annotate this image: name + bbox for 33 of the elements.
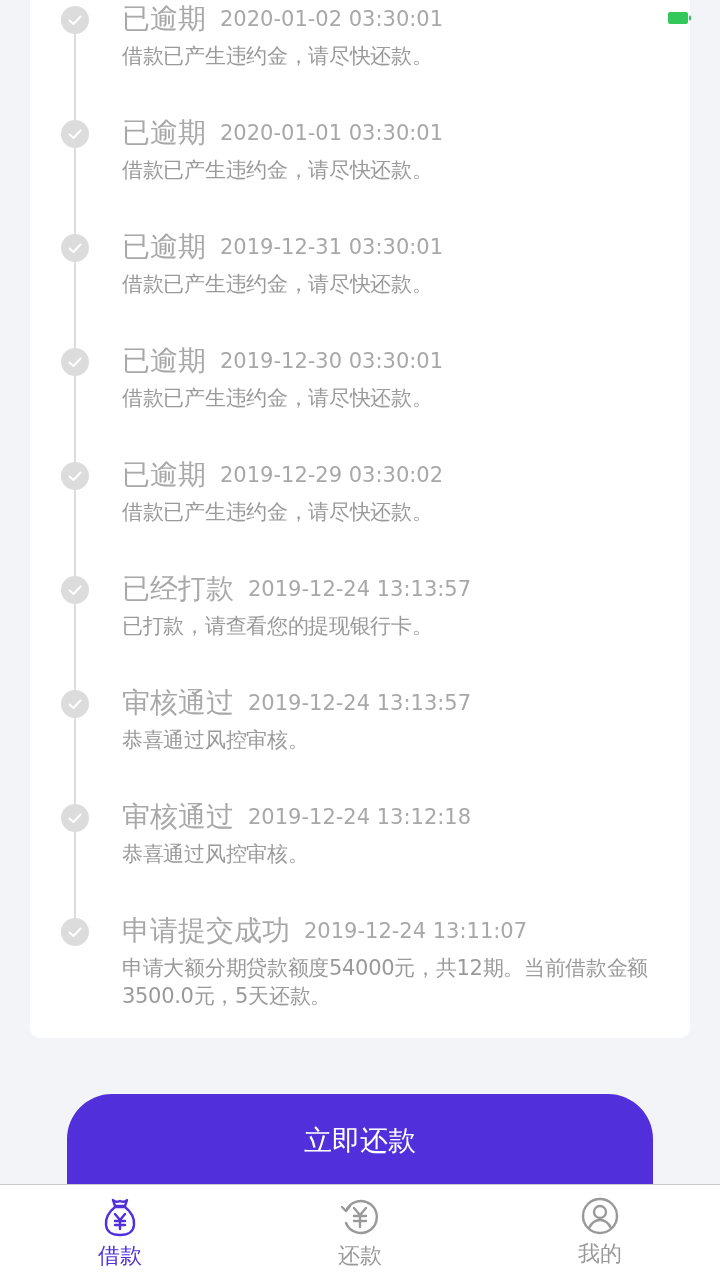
- user-icon: [581, 1197, 619, 1235]
- status-title: 已逾期: [122, 343, 206, 379]
- status-title: 已逾期: [122, 457, 206, 493]
- status-description: 申请大额分期贷款额度54000元，共12期。当前借款金额3500.0元，5天还款。: [122, 955, 650, 1010]
- status-description: 借款已产生违约金，请尽快还款。: [122, 385, 434, 412]
- status-description: 借款已产生违约金，请尽快还款。: [122, 43, 434, 70]
- tab[interactable]: 借款: [0, 1185, 240, 1280]
- status-description: 借款已产生违约金，请尽快还款。: [122, 499, 434, 526]
- status-title: 已逾期: [122, 229, 206, 265]
- status-description: 恭喜通过风控审核。: [122, 841, 310, 868]
- status-time: 2019-12-24 13:12:18: [248, 805, 472, 829]
- status-title: 审核通过: [122, 799, 234, 835]
- status-time: 2020-01-02 03:30:01: [220, 7, 444, 31]
- status-title: 审核通过: [122, 685, 234, 721]
- status-time: 2019-12-24 13:11:07: [304, 919, 528, 943]
- status-title: 申请提交成功: [122, 913, 290, 949]
- status-description: 恭喜通过风控审核。: [122, 727, 310, 754]
- status-title: 已经打款: [122, 571, 234, 607]
- status-title: 已逾期: [122, 1, 206, 37]
- repay-button[interactable]: 立即还款: [67, 1094, 653, 1184]
- status-time: 2019-12-30 03:30:01: [220, 349, 444, 373]
- status-time: 2019-12-24 13:13:57: [248, 691, 472, 715]
- status-time: 2020-01-01 03:30:01: [220, 121, 444, 145]
- money-bag-icon: [102, 1197, 138, 1237]
- status-description: 已打款，请查看您的提现银行卡。: [122, 613, 434, 640]
- status-description: 借款已产生违约金，请尽快还款。: [122, 271, 434, 298]
- yen-refresh-icon: [340, 1197, 380, 1237]
- status-description: 借款已产生违约金，请尽快还款。: [122, 157, 434, 184]
- status-title: 已逾期: [122, 115, 206, 151]
- status-time: 2019-12-31 03:30:01: [220, 235, 444, 259]
- status-time: 2019-12-24 13:13:57: [248, 577, 472, 601]
- battery-icon: [668, 11, 692, 25]
- status-time: 2019-12-29 03:30:02: [220, 463, 444, 487]
